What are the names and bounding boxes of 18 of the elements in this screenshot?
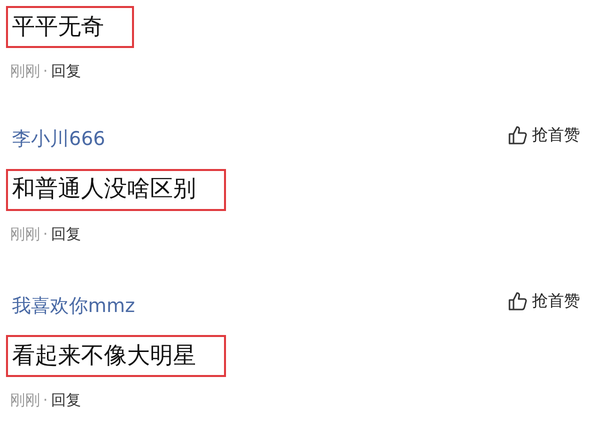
username[interactable]: 我喜欢你mmz bbox=[12, 292, 135, 320]
username[interactable]: 李小川666 bbox=[12, 125, 106, 154]
comment-text: 平平无奇 bbox=[6, 6, 134, 48]
like-button[interactable]: 抢首赞 bbox=[508, 122, 580, 146]
separator-dot: · bbox=[43, 61, 48, 82]
timestamp: 刚刚 bbox=[10, 390, 40, 411]
thumbs-up-icon bbox=[508, 291, 528, 311]
reply-link[interactable]: 回复 bbox=[50, 389, 81, 412]
reply-link[interactable]: 回复 bbox=[50, 222, 81, 245]
separator-dot: · bbox=[43, 390, 48, 411]
comment-text: 和普通人没啥区别 bbox=[6, 168, 226, 210]
timestamp: 刚刚 bbox=[10, 61, 40, 82]
thumbs-up-icon bbox=[508, 124, 528, 144]
reply-link[interactable]: 回复 bbox=[50, 60, 81, 82]
separator-dot: · bbox=[43, 224, 48, 244]
timestamp: 刚刚 bbox=[10, 224, 40, 244]
comment-text: 看起来不像大明星 bbox=[6, 335, 226, 377]
like-button[interactable]: 抢首赞 bbox=[508, 289, 580, 313]
